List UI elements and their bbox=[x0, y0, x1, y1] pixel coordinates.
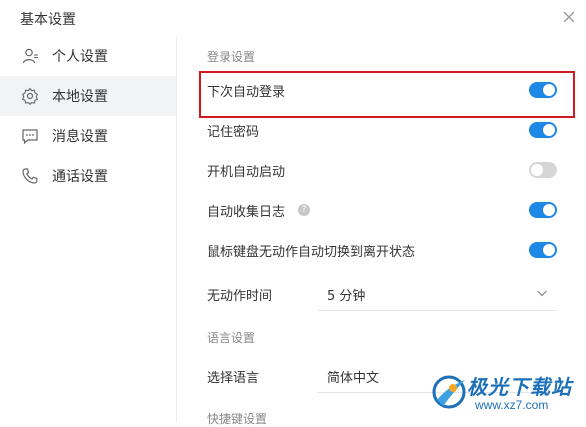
sidebar-item-personal[interactable]: 个人设置 bbox=[0, 36, 176, 76]
remember-password-toggle[interactable] bbox=[529, 122, 557, 138]
auto-start-label: 开机自动启动 bbox=[207, 165, 286, 180]
sidebar-item-label: 通话设置 bbox=[52, 169, 108, 185]
idle-time-select[interactable]: 5 分钟 bbox=[317, 276, 557, 311]
sidebar-item-label: 本地设置 bbox=[52, 89, 108, 105]
section-title-language: 语言设置 bbox=[207, 331, 256, 345]
watermark-text: 极光下载站 bbox=[467, 375, 572, 399]
auto-start-toggle[interactable] bbox=[529, 162, 557, 178]
language-label: 选择语言 bbox=[207, 371, 260, 386]
window-title: 基本设置 bbox=[20, 12, 76, 28]
title-bar: 基本设置 bbox=[0, 0, 586, 36]
sidebar-item-label: 个人设置 bbox=[52, 49, 108, 65]
auto-away-label: 鼠标键盘无动作自动切换到离开状态 bbox=[207, 245, 416, 260]
help-icon[interactable]: ? bbox=[298, 204, 310, 216]
sidebar-item-local[interactable]: 本地设置 bbox=[0, 76, 176, 116]
language-value: 简体中文 bbox=[327, 371, 380, 386]
watermark-logo-icon bbox=[432, 375, 466, 409]
sidebar-item-call[interactable]: 通话设置 bbox=[0, 156, 176, 196]
remember-password-label: 记住密码 bbox=[207, 125, 260, 140]
toggle-knob bbox=[543, 244, 555, 256]
sidebar: 个人设置 本地设置 消息设置 通话设置 bbox=[0, 36, 176, 422]
section-title-shortcut: 快捷键设置 bbox=[207, 412, 268, 426]
chat-icon bbox=[21, 127, 39, 145]
auto-collect-log-label: 自动收集日志 bbox=[207, 205, 286, 220]
auto-away-toggle[interactable] bbox=[529, 242, 557, 258]
close-icon[interactable] bbox=[560, 8, 578, 26]
phone-icon bbox=[21, 167, 39, 185]
auto-collect-log-toggle[interactable] bbox=[529, 202, 557, 218]
sidebar-item-label: 消息设置 bbox=[52, 129, 108, 145]
toggle-knob bbox=[543, 204, 555, 216]
gear-icon bbox=[21, 87, 39, 105]
highlight-box bbox=[199, 71, 575, 118]
user-icon bbox=[21, 47, 39, 65]
watermark-url: www.xz7.com bbox=[475, 398, 549, 412]
sidebar-item-message[interactable]: 消息设置 bbox=[0, 116, 176, 156]
watermark: 极光下载站 www.xz7.com bbox=[425, 368, 583, 418]
chevron-down-icon bbox=[537, 290, 547, 297]
toggle-knob bbox=[543, 124, 555, 136]
idle-time-label: 无动作时间 bbox=[207, 289, 273, 304]
idle-time-value: 5 分钟 bbox=[327, 289, 366, 304]
section-title-login: 登录设置 bbox=[207, 50, 256, 64]
toggle-knob bbox=[531, 164, 543, 176]
